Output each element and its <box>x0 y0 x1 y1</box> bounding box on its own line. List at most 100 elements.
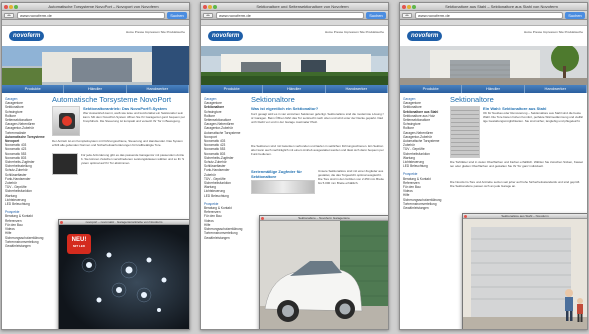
paragraph: Für jede Anforderung gibt es das passend… <box>81 153 185 165</box>
section-subheading: Serienmäßige Zugfeder für Sektionaltore <box>251 169 302 179</box>
bookmarks-bar <box>201 20 388 26</box>
address-bar[interactable]: www.novoferm.de <box>415 12 563 19</box>
window-controls <box>402 5 416 9</box>
title-bar: Sektionaltore und Seitensektionaltore vo… <box>201 3 388 11</box>
nav-tab[interactable]: Handwerker <box>525 85 587 93</box>
browser-window-3: Sektionaltore aus Stahl – Sektionaltore … <box>399 2 588 330</box>
back-forward-buttons[interactable]: ◂ ▸ <box>4 13 14 18</box>
minimize-window-button[interactable] <box>9 5 13 9</box>
remote-thumbnail[interactable] <box>52 153 78 175</box>
nav-tab[interactable]: Produkte <box>201 85 264 93</box>
window-title: Sektionaltore aus Stahl – Sektionaltore … <box>445 4 558 9</box>
hero-image <box>2 46 189 85</box>
top-navigation[interactable]: Home Presse Impressum Site Produktsuche <box>126 30 185 34</box>
zoom-window-button[interactable] <box>14 5 18 9</box>
paragraph: Ob für Neubau oder Renovierung – Sektion… <box>483 111 583 123</box>
intro-row: Ein Wahl: Sektionaltore aus Stahl Ob für … <box>450 106 583 158</box>
product-thumbnail[interactable] <box>52 106 80 136</box>
paragraph: Der Antrieb ist ein Komplettsystem mit F… <box>52 139 183 147</box>
browser-toolbar: ◂ ▸ www.novoferm.de Suchen <box>400 11 587 20</box>
zoom-window-button[interactable] <box>213 5 217 9</box>
hero-image <box>201 46 388 85</box>
top-navigation[interactable]: Home Presse Impressum Site Produktsuche <box>325 30 384 34</box>
new-badge: NEU! MIT LED <box>67 234 91 254</box>
novoferm-logo[interactable]: novoferm <box>9 31 45 41</box>
minimize-window-button[interactable] <box>407 5 411 9</box>
close-window-button[interactable] <box>402 5 406 9</box>
sidebar-item[interactable]: Gewährleistungen <box>5 244 48 248</box>
popup-title: Sektionaltore aus Stahl – Novoferm <box>501 214 549 218</box>
novoferm-logo[interactable]: novoferm <box>407 31 443 41</box>
nav-tab[interactable]: Produkte <box>2 85 65 93</box>
bookmarks-bar <box>400 20 587 26</box>
page-title: Sektionaltore <box>450 95 494 104</box>
popup-close-button[interactable] <box>60 221 63 224</box>
popup-close-button[interactable] <box>261 217 264 220</box>
zoom-window-button[interactable] <box>412 5 416 9</box>
window-title: Automatische Torsysteme NovoPort – Novop… <box>48 4 159 9</box>
badge-led-text: MIT LED <box>73 244 85 248</box>
nav-tab[interactable]: Produkte <box>400 85 463 93</box>
sidebar-item[interactable]: Gewährleistungen <box>204 236 247 240</box>
popup-close-button[interactable] <box>464 215 467 218</box>
door-thumbnail[interactable] <box>450 106 480 158</box>
screenshot-stage: Automatische Torsysteme NovoPort – Novop… <box>0 0 589 334</box>
paragraph: Kurz gesagt wird es in vier einzelnen Se… <box>251 112 384 124</box>
novoferm-logo[interactable]: novoferm <box>208 31 244 41</box>
intro-row: Sektionaltorantrieb: Das NovoPort®-Syste… <box>52 106 185 137</box>
browser-toolbar: ◂ ▸ www.novoferm.de Suchen <box>201 11 388 20</box>
window-controls <box>203 5 217 9</box>
hero-image <box>400 46 587 85</box>
feature-row: Serienmäßige Zugfeder für Sektionaltore U… <box>251 169 384 197</box>
title-bar: Sektionaltore aus Stahl – Sektionaltore … <box>400 3 587 11</box>
page-title: Automatische Torsysteme NovoPort <box>52 95 172 104</box>
sidebar-item[interactable]: Gewährleistungen <box>403 206 446 210</box>
bookmarks-bar <box>2 20 189 26</box>
nav-tab[interactable]: Handwerker <box>127 85 189 93</box>
back-forward-buttons[interactable]: ◂ ▸ <box>402 13 412 18</box>
feature-row: Für jede Anforderung gibt es das passend… <box>52 153 185 175</box>
feature-col: Serienmäßige Zugfeder für Sektionaltore <box>251 169 315 197</box>
popup-title: novoport – novomatic · Garagentorantrieb… <box>85 220 163 224</box>
paragraph: Wer Autoantrieb kennt, weiß wie leise un… <box>83 111 185 123</box>
nav-tab[interactable]: Händler <box>64 85 127 93</box>
main-navigation: Produkte Händler Handwerker <box>400 85 587 93</box>
top-navigation[interactable]: Home Presse Impressum Site Produktsuche <box>524 30 583 34</box>
sidebar-menu: Garagen Garagentore Sektionaltore Schwingto… <box>204 97 247 240</box>
close-window-button[interactable] <box>4 5 8 9</box>
close-window-button[interactable] <box>203 5 207 9</box>
search-button[interactable]: Suchen <box>366 12 386 19</box>
address-bar[interactable]: www.novoferm.de <box>216 12 364 19</box>
car-garage-image <box>260 221 388 329</box>
main-content: Automatische Torsysteme NovoPort Sektiona… <box>52 95 185 175</box>
sidebar-menu: Garagen Garagentore Sektionaltore Sektional… <box>403 97 446 210</box>
browser-window-2: Sektionaltore und Seitensektionaltore vo… <box>200 2 389 330</box>
site-header: novoferm Home Presse Impressum Site Produ… <box>400 27 587 46</box>
nav-tab[interactable]: Händler <box>462 85 525 93</box>
garage-family-image <box>463 219 587 329</box>
nav-tab[interactable]: Händler <box>263 85 326 93</box>
paragraph: Die Sektionen sind mit Gelenken verbunde… <box>251 144 384 156</box>
popup-window: Sektionaltore aus Stahl – Novoferm <box>462 213 587 329</box>
popup-title: Sektionaltore – Novoferm Garagentore <box>298 216 350 220</box>
sidebar-menu: Garagen Garagentore Sektionaltore Schwingto… <box>5 97 48 248</box>
popup-window: Sektionaltore – Novoferm Garagentore <box>259 215 388 329</box>
popup-window: novoport – novomatic · Garagentorantrieb… <box>58 219 189 329</box>
address-bar[interactable]: www.novoferm.de <box>17 12 165 19</box>
nav-tab[interactable]: Handwerker <box>326 85 388 93</box>
paragraph: Die Torblätter sind in vielen Oberfläche… <box>450 160 583 168</box>
intro-text: Sektionaltorantrieb: Das NovoPort®-Syste… <box>83 106 185 137</box>
paragraph: Unsere Sektionaltore sind mit einer Zugf… <box>318 169 384 185</box>
back-forward-buttons[interactable]: ◂ ▸ <box>203 13 213 18</box>
badge-new-text: NEU! <box>71 237 87 243</box>
site-header: novoferm Home Presse Impressum Site Produ… <box>201 27 388 46</box>
spring-thumbnail[interactable] <box>251 180 315 194</box>
search-button[interactable]: Suchen <box>565 12 585 19</box>
page-title: Sektionaltore <box>251 95 295 104</box>
main-navigation: Produkte Händler Handwerker <box>201 85 388 93</box>
title-bar: Automatische Torsysteme NovoPort – Novop… <box>2 3 189 11</box>
minimize-window-button[interactable] <box>208 5 212 9</box>
main-content: Sektionaltore Was ist eigentlich ein Sekt… <box>251 95 384 197</box>
browser-toolbar: ◂ ▸ www.novoferm.de Suchen <box>2 11 189 20</box>
search-button[interactable]: Suchen <box>167 12 187 19</box>
